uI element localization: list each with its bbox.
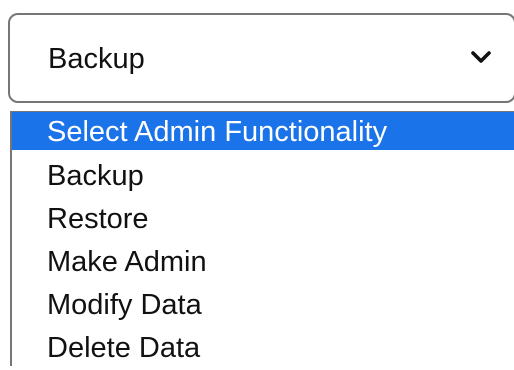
option-select-admin-functionality[interactable]: Select Admin Functionality [12,112,514,150]
chevron-down-icon [471,51,491,63]
option-modify-data[interactable]: Modify Data [12,284,514,327]
option-make-admin[interactable]: Make Admin [12,241,514,284]
option-delete-data[interactable]: Delete Data [12,327,514,370]
dropdown-options-list: Select Admin Functionality Backup Restor… [10,111,514,366]
select-current-value: Backup [48,43,145,75]
option-restore[interactable]: Restore [12,198,514,241]
option-backup[interactable]: Backup [12,155,514,198]
admin-functionality-select[interactable]: Backup [8,13,514,103]
